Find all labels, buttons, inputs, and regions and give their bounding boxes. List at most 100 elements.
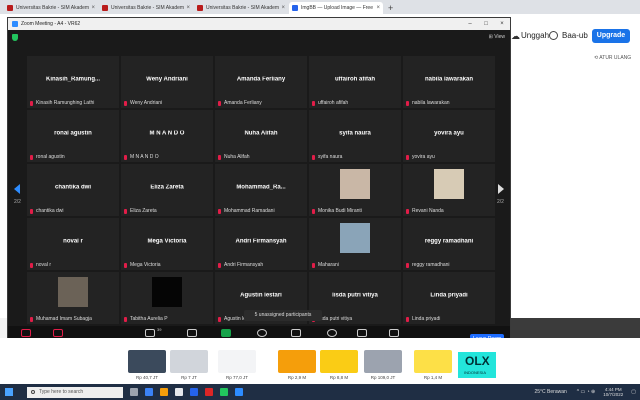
participant-display-name: lisda putri vitiya	[332, 292, 378, 299]
participant-tile[interactable]: nabila lawarakan nabila lawarakan	[403, 56, 495, 108]
tab-close-icon[interactable]: ×	[186, 5, 190, 11]
participant-display-name: reggy ramadhani	[424, 238, 474, 245]
participant-display-name: Amanda Ferliany	[236, 76, 286, 83]
participant-tile[interactable]: Nuha Alifah Nuha Alifah	[215, 110, 307, 162]
task-view-icon[interactable]	[130, 388, 138, 396]
participant-tile[interactable]: ronal agustin ronal agustin	[27, 110, 119, 162]
participant-tile[interactable]: Andri Firmansyah Andri Firmansyah	[215, 218, 307, 270]
muted-mic-icon	[312, 100, 315, 106]
new-tab-icon[interactable]: +	[388, 2, 393, 14]
store-icon[interactable]	[175, 388, 183, 396]
participant-tile[interactable]: Tabitha Aurelia P	[121, 272, 213, 324]
car-ad-image[interactable]	[170, 350, 208, 373]
tab-title: Universitas Bakrie - SIM Akadem	[206, 5, 280, 11]
muted-mic-icon	[218, 154, 221, 160]
tab-favicon-icon	[7, 5, 13, 11]
minimize-icon[interactable]: –	[462, 21, 478, 27]
participant-tile[interactable]: yovira ayu yovira ayu	[403, 110, 495, 162]
clock-date: 10/7/2022	[603, 392, 624, 397]
chrome-icon[interactable]	[220, 388, 228, 396]
participant-tile[interactable]: Monika Budi Miranti	[309, 164, 401, 216]
participant-tile[interactable]: Linda priyadi Linda priyadi	[403, 272, 495, 324]
edge-icon[interactable]	[145, 388, 153, 396]
participant-name-label: reggy ramadhani	[412, 262, 450, 268]
security-shield-icon[interactable]	[12, 34, 18, 41]
participant-tile[interactable]: Mohammad_Ra... Mohammad Ramadani	[215, 164, 307, 216]
participant-tile[interactable]: lisda putri vitiya lisda putri vitiya	[309, 272, 401, 324]
user-icon[interactable]	[549, 31, 558, 40]
car-ad-image[interactable]	[320, 350, 358, 373]
browser-tab[interactable]: ImgBB — Upload Image — Free ×	[289, 2, 383, 14]
participant-tile[interactable]: Revani Nanda	[403, 164, 495, 216]
file-explorer-icon[interactable]	[160, 388, 168, 396]
car-ad-image[interactable]	[364, 350, 402, 373]
car-ad-image[interactable]	[278, 350, 316, 373]
participant-tile[interactable]: syifa naura syifa naura	[309, 110, 401, 162]
participant-video	[340, 223, 370, 253]
participant-display-name: nabila lawarakan	[424, 76, 474, 83]
user-menu[interactable]: Baa-ub	[562, 31, 588, 40]
participant-video	[152, 277, 182, 307]
participants-count: 39	[157, 327, 162, 332]
breakout-rooms-icon	[291, 329, 301, 337]
view-button[interactable]: ⊞ View	[489, 34, 505, 40]
participant-tile[interactable]: chantika dwi chantika dwi	[27, 164, 119, 216]
close-icon[interactable]: ×	[494, 21, 510, 27]
participant-name-label: Weny Andriani	[130, 100, 163, 106]
browser-tab[interactable]: Universitas Bakrie - SIM Akadem ×	[194, 2, 288, 14]
muted-mic-icon	[312, 208, 315, 214]
reset-link[interactable]: ⟲ ATUR ULANG	[594, 55, 631, 61]
upload-link[interactable]: Unggah	[521, 31, 549, 40]
browser-tab[interactable]: Universitas Bakrie - SIM Akadem ×	[99, 2, 193, 14]
zoom-app-icon	[12, 21, 18, 27]
tab-close-icon[interactable]: ×	[281, 5, 285, 11]
taskbar-search-box[interactable]: Type here to search	[27, 386, 123, 398]
notification-icon[interactable]: ▢	[631, 389, 636, 395]
participant-tile[interactable]: M N A N D O M N A N D O	[121, 110, 213, 162]
participant-tile[interactable]: reggy ramadhani reggy ramadhani	[403, 218, 495, 270]
powerpoint-icon[interactable]	[205, 388, 213, 396]
windows-taskbar: Type here to search 25°C Berawan ^ ▭ ◔ ⊕…	[0, 384, 640, 400]
participant-display-name: M N A N D O	[149, 130, 185, 137]
participant-tile[interactable]: Kinasih_Ramung... Kinasih Ramunghing Lath…	[27, 56, 119, 108]
participant-name-label: chantika dwi	[36, 208, 64, 214]
weather-widget[interactable]: 25°C Berawan	[534, 389, 566, 395]
participant-tile[interactable]: Weny Andriani Weny Andriani	[121, 56, 213, 108]
participant-name-label: uffairoh afifah	[318, 100, 349, 106]
tab-close-icon[interactable]: ×	[376, 5, 380, 11]
participant-tile[interactable]: Maharani	[309, 218, 401, 270]
car-ad-image[interactable]	[414, 350, 452, 373]
previous-page-arrow-icon[interactable]	[14, 184, 20, 194]
muted-mic-icon	[124, 316, 127, 322]
muted-mic-icon	[312, 262, 315, 268]
car-ad-image[interactable]	[218, 350, 256, 373]
car-ad-image[interactable]	[128, 350, 166, 373]
participant-tile[interactable]: Mega Victoria Mega Victoria	[121, 218, 213, 270]
participant-tile[interactable]: Amanda Ferliany Amanda Ferliany	[215, 56, 307, 108]
participant-tile[interactable]: Eliza Zareta Eliza Zareta	[121, 164, 213, 216]
taskbar-clock[interactable]: 4:44 PM 10/7/2022	[603, 387, 623, 397]
participant-name-label: nabila lawarakan	[412, 100, 450, 106]
tab-close-icon[interactable]: ×	[91, 5, 95, 11]
page-indicator-right: 2/2	[497, 199, 504, 205]
participant-display-name: ronal agustin	[54, 130, 92, 137]
browser-tab[interactable]: Universitas Bakrie - SIM Akadem ×	[4, 2, 98, 14]
reactions-icon	[327, 329, 337, 337]
whiteboard-icon	[389, 329, 399, 337]
windows-start-icon[interactable]	[5, 388, 13, 396]
zoom-window-title: Zoom Meeting - A4 - VR62	[21, 21, 81, 27]
upgrade-button[interactable]: Upgrade	[592, 29, 630, 43]
participant-name-label: Tabitha Aurelia P	[130, 316, 168, 322]
next-page-arrow-icon[interactable]	[498, 184, 504, 194]
system-tray-icons[interactable]: ^ ▭ ◔ ⊕	[577, 389, 595, 395]
participant-tile[interactable]: Muhamad Imam Subagja	[27, 272, 119, 324]
participant-name-label: noval r	[36, 262, 52, 268]
zoom-taskbar-icon[interactable]	[235, 388, 243, 396]
upload-cloud-icon[interactable]: ☁	[511, 31, 520, 42]
participant-tile[interactable]: uffairoh afifah uffairoh afifah	[309, 56, 401, 108]
participant-name-label: Nuha Alifah	[224, 154, 250, 160]
word-icon[interactable]	[190, 388, 198, 396]
muted-mic-icon	[124, 208, 127, 214]
participant-tile[interactable]: noval r noval r	[27, 218, 119, 270]
maximize-icon[interactable]: □	[478, 21, 494, 27]
